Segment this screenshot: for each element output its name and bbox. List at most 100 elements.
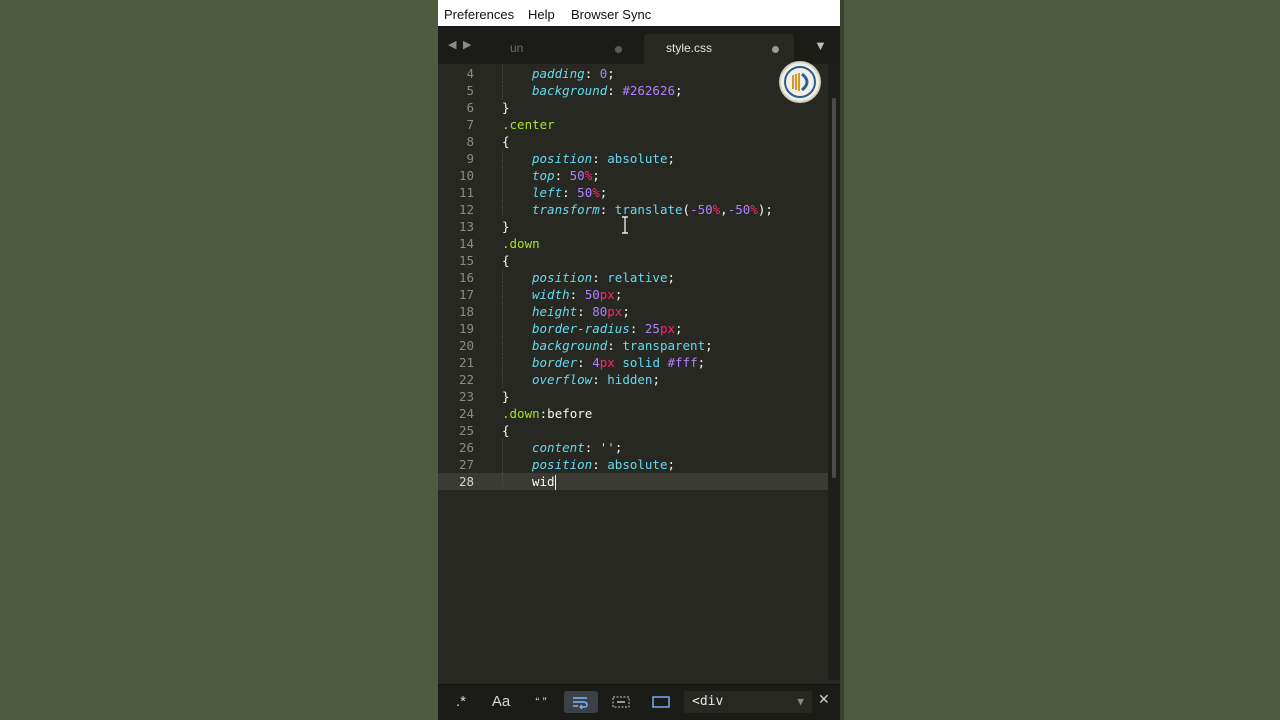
code-line[interactable]: 28 wid xyxy=(438,473,828,490)
tab-dropdown-icon[interactable]: ▼ xyxy=(814,38,827,53)
line-number: 12 xyxy=(458,202,474,217)
line-number: 13 xyxy=(458,219,474,234)
code-line[interactable]: 7 .center xyxy=(438,116,828,133)
nav-forward-icon[interactable]: ▶ xyxy=(463,38,471,51)
regex-toggle[interactable]: .* xyxy=(448,691,474,713)
indent-guide xyxy=(502,303,503,320)
line-number: 18 xyxy=(458,304,474,319)
indent-guide xyxy=(502,201,503,218)
window-edge xyxy=(840,0,844,720)
close-icon[interactable]: ✕ xyxy=(818,691,830,708)
indent-guide xyxy=(502,65,503,82)
code-line[interactable]: 15 { xyxy=(438,252,828,269)
selection-icon[interactable] xyxy=(608,691,634,713)
code-text: top: 50%; xyxy=(532,168,600,183)
code-line[interactable]: 26 content: ''; xyxy=(438,439,828,456)
modified-dot-icon[interactable] xyxy=(772,46,779,53)
code-text: transform: translate(-50%,-50%); xyxy=(532,202,773,217)
code-line[interactable]: 5 background: #262626; xyxy=(438,82,828,99)
tab-label: style.css xyxy=(666,41,713,55)
code-text: height: 80px; xyxy=(532,304,630,319)
code-text: { xyxy=(502,423,510,438)
indent-guide xyxy=(502,286,503,303)
code-line[interactable]: 23} xyxy=(438,388,828,405)
vertical-scrollbar[interactable] xyxy=(828,64,840,680)
code-text: wid xyxy=(532,474,556,490)
tab-un[interactable]: un xyxy=(494,34,634,64)
code-line[interactable]: 4 padding: 0; xyxy=(438,65,828,82)
line-number: 8 xyxy=(466,134,474,149)
code-line[interactable]: 12 transform: translate(-50%,-50%); xyxy=(438,201,828,218)
code-text: { xyxy=(502,253,510,268)
code-line[interactable]: 11 left: 50%; xyxy=(438,184,828,201)
find-bar: .* Aa “ ” <div ▼ ✕ xyxy=(438,684,840,720)
code-line[interactable]: 27 position: absolute; xyxy=(438,456,828,473)
modified-dot-icon[interactable] xyxy=(615,46,622,53)
tab-style-css[interactable]: style.css xyxy=(644,34,794,64)
code-text: overflow: hidden; xyxy=(532,372,660,387)
line-number: 7 xyxy=(466,117,474,132)
code-text: background: #262626; xyxy=(532,83,683,98)
code-line[interactable]: 8{ xyxy=(438,133,828,150)
code-text: } xyxy=(502,100,510,115)
find-input-value: <div xyxy=(692,694,724,709)
code-text: border-radius: 25px; xyxy=(532,321,683,336)
code-line[interactable]: 25 { xyxy=(438,422,828,439)
whole-word-toggle[interactable]: “ ” xyxy=(526,691,556,713)
line-number: 6 xyxy=(466,100,474,115)
code-line[interactable]: 14 .down xyxy=(438,235,828,252)
code-line[interactable]: 22 overflow: hidden; xyxy=(438,371,828,388)
code-line[interactable]: 16 position: relative; xyxy=(438,269,828,286)
code-line[interactable]: 21 border: 4px solid #fff; xyxy=(438,354,828,371)
line-number: 9 xyxy=(466,151,474,166)
code-line[interactable]: 20 background: transparent; xyxy=(438,337,828,354)
line-number: 4 xyxy=(466,66,474,81)
line-number: 10 xyxy=(458,168,474,183)
highlight-icon[interactable] xyxy=(646,691,676,713)
scroll-thumb[interactable] xyxy=(832,98,836,478)
indent-guide xyxy=(502,354,503,371)
line-number: 21 xyxy=(458,355,474,370)
tab-bar: ◀ ▶ un style.css ▼ xyxy=(438,26,840,64)
nav-back-icon[interactable]: ◀ xyxy=(448,38,456,51)
menu-help[interactable]: Help xyxy=(528,7,555,22)
indent-guide xyxy=(502,184,503,201)
code-text: position: relative; xyxy=(532,270,676,285)
menu-bar: Preferences Help Browser Sync xyxy=(438,0,840,26)
avatar-logo-icon xyxy=(779,61,821,103)
line-number: 16 xyxy=(458,270,474,285)
code-line[interactable]: 9 position: absolute; xyxy=(438,150,828,167)
line-number: 22 xyxy=(458,372,474,387)
case-sensitive-toggle[interactable]: Aa xyxy=(486,691,516,713)
wrap-icon[interactable] xyxy=(564,691,598,713)
line-number: 19 xyxy=(458,321,474,336)
code-text: background: transparent; xyxy=(532,338,713,353)
find-input[interactable]: <div ▼ xyxy=(684,691,812,713)
find-history-dropdown-icon[interactable]: ▼ xyxy=(797,691,804,713)
code-editor[interactable]: 4 padding: 0; 5 background: #262626; 6} 7 .cen… xyxy=(438,64,828,680)
code-line[interactable]: 18 height: 80px; xyxy=(438,303,828,320)
line-number: 27 xyxy=(458,457,474,472)
menu-browser-sync[interactable]: Browser Sync xyxy=(571,7,651,22)
tab-label: un xyxy=(510,41,524,55)
code-line[interactable]: 6} xyxy=(438,99,828,116)
indent-guide xyxy=(502,82,503,99)
indent-guide xyxy=(502,371,503,388)
code-line[interactable]: 19 border-radius: 25px; xyxy=(438,320,828,337)
code-line[interactable]: 10 top: 50%; xyxy=(438,167,828,184)
code-text: content: ''; xyxy=(532,440,623,455)
text-cursor-icon xyxy=(622,216,628,234)
menu-preferences[interactable]: Preferences xyxy=(444,7,514,22)
code-text: .center xyxy=(502,117,555,132)
indent-guide xyxy=(502,456,503,473)
code-line[interactable]: 17 width: 50px; xyxy=(438,286,828,303)
code-line[interactable]: 24 .down:before xyxy=(438,405,828,422)
line-number: 26 xyxy=(458,440,474,455)
code-text: .down:before xyxy=(502,406,593,421)
line-number: 23 xyxy=(458,389,474,404)
code-text: width: 50px; xyxy=(532,287,623,302)
code-text: left: 50%; xyxy=(532,185,608,200)
code-line[interactable]: 13} xyxy=(438,218,828,235)
code-text: } xyxy=(502,219,510,234)
code-text: padding: 0; xyxy=(532,66,615,81)
